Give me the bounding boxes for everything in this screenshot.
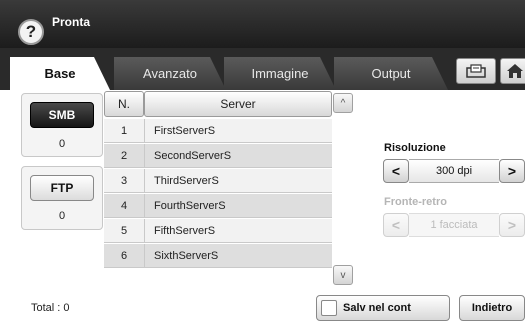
tray-button[interactable] (456, 58, 496, 84)
tab-output[interactable]: Output (334, 57, 448, 90)
table-row[interactable]: 4 FourthServerS (104, 194, 332, 218)
row-number: 4 (120, 200, 128, 212)
resolution-label: Risoluzione (384, 142, 446, 154)
home-button[interactable] (500, 58, 525, 84)
smb-label: SMB (48, 108, 76, 122)
resolution-value: 300 dpi (409, 159, 499, 183)
duplex-value: 1 facciata (409, 213, 499, 237)
save-label: Salv nel cont (343, 302, 411, 314)
back-label: Indietro (471, 302, 513, 314)
save-checkbox[interactable] (321, 300, 337, 316)
resolution-next-button[interactable]: > (499, 159, 525, 183)
tab-bar: Base Avanzato Immagine Output (0, 48, 525, 90)
duplex-next-button: > (499, 213, 525, 237)
row-server: FifthServerS (144, 219, 332, 243)
row-server: SecondServerS (144, 144, 332, 168)
row-number: 5 (120, 225, 128, 237)
scroll-down-button[interactable]: v (333, 265, 353, 285)
row-server: SixthServerS (144, 244, 332, 268)
resolution-spinner: < 300 dpi > (383, 159, 525, 183)
table-header: N. Server (104, 91, 332, 117)
back-button[interactable]: Indietro (459, 295, 525, 321)
chevron-right-icon: > (507, 217, 517, 233)
ftp-panel: FTP 0 (21, 166, 103, 230)
tab-avanzato[interactable]: Avanzato (114, 57, 226, 90)
tab-label: Avanzato (143, 66, 197, 81)
table-row[interactable]: 3 ThirdServerS (104, 169, 332, 193)
scroll-up-button[interactable]: ^ (333, 93, 353, 113)
table-row[interactable]: 5 FifthServerS (104, 219, 332, 243)
duplex-prev-button: < (383, 213, 409, 237)
smb-panel: SMB 0 (21, 93, 103, 157)
table-row[interactable]: 2 SecondServerS (104, 144, 332, 168)
chevron-left-icon: < (391, 163, 401, 179)
tab-label: Immagine (251, 66, 309, 81)
row-server: FirstServerS (144, 119, 332, 143)
row-number: 2 (120, 150, 128, 162)
chevron-left-icon: < (391, 217, 401, 233)
chevron-right-icon: > (507, 163, 517, 179)
page-title: Pronta (52, 15, 91, 29)
total-count: Total : 0 (31, 302, 70, 314)
column-header-server[interactable]: Server (144, 91, 332, 117)
chevron-down-icon: v (340, 269, 346, 281)
tab-base[interactable]: Base (10, 57, 110, 90)
table-row[interactable]: 1 FirstServerS (104, 119, 332, 143)
ftp-count: 0 (58, 210, 66, 222)
duplex-spinner: < 1 facciata > (383, 213, 525, 237)
row-number: 6 (120, 250, 128, 262)
row-server: ThirdServerS (144, 169, 332, 193)
home-icon (507, 64, 523, 78)
help-button[interactable]: ? (18, 19, 44, 45)
ftp-label: FTP (50, 181, 74, 195)
table-row[interactable]: 6 SixthServerS (104, 244, 332, 268)
chevron-up-icon: ^ (340, 97, 346, 109)
help-icon: ? (25, 22, 37, 41)
ftp-button[interactable]: FTP (30, 175, 94, 201)
duplex-label: Fronte-retro (384, 196, 447, 208)
tray-icon (466, 64, 486, 78)
smb-count: 0 (58, 138, 66, 150)
smb-button[interactable]: SMB (30, 102, 94, 128)
tab-label: Base (44, 66, 76, 81)
save-in-box-button[interactable]: Salv nel cont (316, 295, 450, 321)
column-header-number[interactable]: N. (104, 91, 144, 117)
row-server: FourthServerS (144, 194, 332, 218)
resolution-prev-button[interactable]: < (383, 159, 409, 183)
row-number: 1 (120, 125, 128, 137)
row-number: 3 (120, 175, 128, 187)
tab-immagine[interactable]: Immagine (224, 57, 336, 90)
title-bar: ? Pronta (0, 0, 525, 48)
tab-label: Output (371, 66, 411, 81)
